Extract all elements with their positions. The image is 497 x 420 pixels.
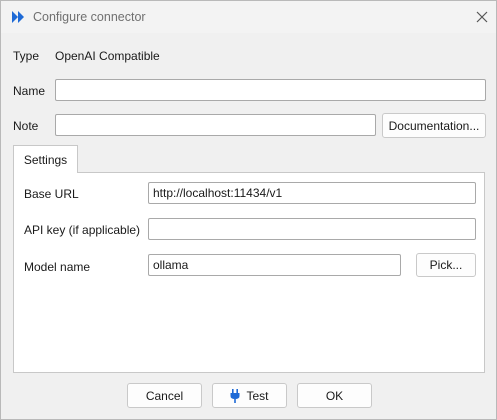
pick-button[interactable]: Pick...	[416, 253, 476, 277]
model-name-input[interactable]	[148, 254, 401, 276]
title-bar: Configure connector	[1, 1, 496, 33]
model-name-label: Model name	[24, 260, 91, 274]
note-input[interactable]	[55, 114, 376, 136]
ok-button[interactable]: OK	[297, 383, 372, 408]
app-logo-icon	[12, 11, 24, 23]
note-label: Note	[13, 119, 39, 133]
base-url-input[interactable]	[148, 182, 476, 204]
plug-icon	[230, 388, 240, 403]
type-value: OpenAI Compatible	[55, 49, 160, 63]
documentation-button[interactable]: Documentation...	[382, 113, 486, 138]
api-key-input[interactable]	[148, 218, 476, 240]
cancel-button[interactable]: Cancel	[127, 383, 202, 408]
window-title: Configure connector	[33, 10, 146, 24]
configure-connector-dialog: Configure connector Type OpenAI Compatib…	[0, 0, 497, 420]
name-label: Name	[13, 84, 46, 98]
close-icon[interactable]	[474, 9, 490, 25]
api-key-label: API key (if applicable)	[24, 223, 141, 237]
tab-settings[interactable]: Settings	[13, 145, 78, 173]
test-button-content: Test	[230, 388, 269, 403]
name-input[interactable]	[55, 79, 486, 101]
type-label: Type	[13, 49, 40, 63]
test-button[interactable]: Test	[212, 383, 287, 408]
base-url-label: Base URL	[24, 187, 79, 201]
test-button-label: Test	[246, 388, 269, 403]
settings-panel: Base URL API key (if applicable) Model n…	[13, 172, 485, 373]
